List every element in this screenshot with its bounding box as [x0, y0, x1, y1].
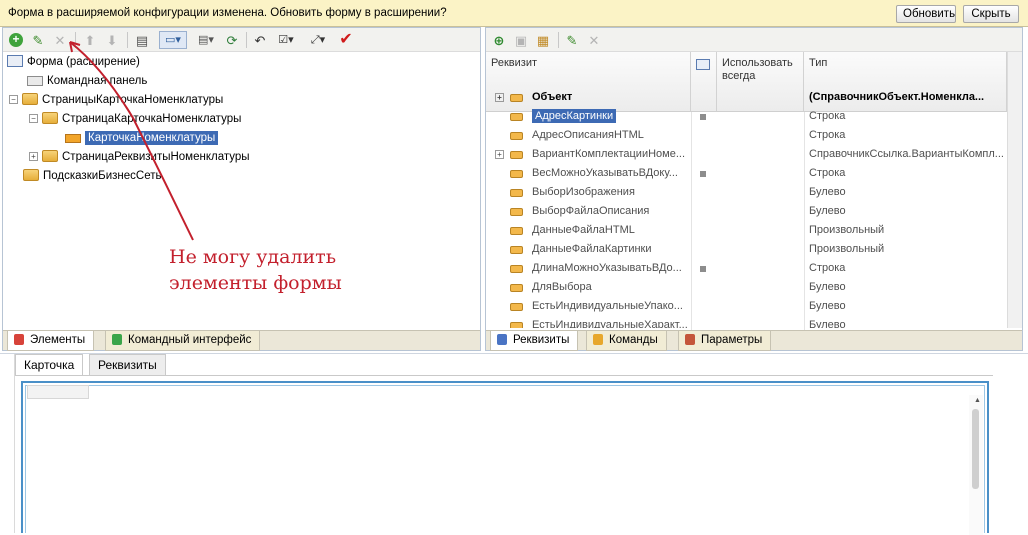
elements-tabs: Элементы Командный интерфейс — [3, 330, 480, 351]
notification-message: Форма в расширяемой конфигурации изменен… — [8, 7, 447, 19]
update-form-button[interactable]: Обновить — [896, 5, 956, 23]
requisites-tabs: Реквизиты Команды Параметры — [486, 330, 1022, 351]
commands-tab-icon — [593, 334, 603, 345]
form-designer: Карточка Реквизиты ▲ — [0, 353, 1028, 535]
table-row[interactable]: + Объект (СправочникОбъект.Номенкла... — [486, 88, 1007, 107]
table-row[interactable]: АдресКартинки Строка — [486, 107, 1007, 126]
collapse-icon[interactable]: − — [29, 114, 38, 123]
edit-icon[interactable]: ✎ — [563, 31, 581, 49]
tab-commands[interactable]: Команды — [586, 331, 667, 351]
scrollbar-thumb[interactable] — [972, 409, 979, 489]
add-icon[interactable]: + — [7, 31, 25, 49]
requisite-icon — [510, 303, 523, 311]
requisite-icon — [510, 113, 523, 121]
table-row[interactable]: ДлинаМожноУказыватьВДо... Строка — [486, 259, 1007, 278]
check-icon[interactable]: ✔ — [337, 31, 355, 49]
layout-icon[interactable]: ▤▾ — [193, 31, 219, 49]
form-icon — [7, 55, 23, 67]
checkbox-icon[interactable]: ☑▾ — [273, 31, 299, 49]
table-row[interactable]: АдресОписанияHTML Строка — [486, 126, 1007, 145]
requisites-tab-icon — [497, 334, 507, 345]
hide-notification-button[interactable]: Скрыть — [963, 5, 1019, 23]
requisite-icon — [510, 284, 523, 292]
table-row[interactable]: ДанныеФайлаКартинки Произвольный — [486, 240, 1007, 259]
elements-tab-icon — [14, 334, 24, 345]
always-use-flag[interactable] — [700, 114, 706, 120]
expand-icon[interactable]: + — [29, 152, 38, 161]
table-row[interactable]: ВыборИзображения Булево — [486, 183, 1007, 202]
requisite-icon — [510, 227, 523, 235]
undo-icon[interactable]: ↶ — [251, 31, 269, 49]
scroll-up-icon[interactable]: ▲ — [974, 397, 981, 404]
collapse-icon[interactable]: − — [9, 95, 18, 104]
add-copy-icon[interactable]: ▣ — [512, 31, 530, 49]
requisite-icon — [510, 94, 523, 102]
add-column-icon[interactable]: ▦ — [534, 31, 552, 49]
delete-icon[interactable]: ✕ — [585, 31, 603, 49]
annotation-arrow — [69, 41, 194, 241]
expand-icon[interactable]: + — [495, 150, 504, 159]
tab-requisites[interactable]: Реквизиты — [490, 331, 579, 351]
tab-elements[interactable]: Элементы — [7, 331, 95, 351]
requisite-icon — [510, 151, 523, 159]
table-row[interactable]: ДанныеФайлаHTML Произвольный — [486, 221, 1007, 240]
parameters-tab-icon — [685, 334, 695, 345]
elements-panel: + ✎ ✕ ⬆ ⬇ ▤ ▭▾ ▤▾ ⟳ ↶ ☑▾ ⤢▾ ✔ Форма (рас… — [2, 27, 481, 351]
requisites-table: + Объект (СправочникОбъект.Номенкла... Адр… — [486, 88, 1007, 328]
annotation-text: Не могу удалить элементы формы — [169, 246, 342, 294]
requisite-icon — [510, 189, 523, 197]
requisite-icon — [510, 265, 523, 273]
refresh-icon[interactable]: ⟳ — [223, 31, 241, 49]
requisite-icon — [510, 132, 523, 140]
requisites-toolbar: ⊕ ▣ ▦ ✎ ✕ — [486, 28, 1022, 52]
command-interface-tab-icon — [112, 334, 122, 345]
card-page-frame: ▲ — [21, 381, 989, 535]
table-row[interactable]: ДляВыбора Булево — [486, 278, 1007, 297]
command-bar-icon — [27, 76, 43, 86]
add-requisite-icon[interactable]: ⊕ — [490, 31, 508, 49]
tab-parameters[interactable]: Параметры — [678, 331, 772, 351]
requisite-icon — [510, 246, 523, 254]
folder-icon — [23, 169, 39, 181]
selected-requisite: АдресКартинки — [532, 109, 617, 123]
table-row[interactable]: ЕстьИндивидуальныеХаракт... Булево — [486, 316, 1007, 328]
table-row[interactable]: ВесМожноУказыватьВДоку... Строка — [486, 164, 1007, 183]
table-icon — [696, 59, 710, 70]
table-row[interactable]: + ВариантКомплектацииНоме... СправочникСсы… — [486, 145, 1007, 164]
vertical-scrollbar[interactable]: ▲ — [969, 395, 983, 535]
expand-icon[interactable]: ⤢▾ — [305, 31, 331, 49]
requisite-icon — [510, 170, 523, 178]
table-row[interactable]: ЕстьИндивидуальныеУпако... Булево — [486, 297, 1007, 316]
form-preview: Карточка Реквизиты ▲ — [14, 354, 1014, 535]
scrollbar[interactable] — [1007, 52, 1022, 328]
requisite-icon — [510, 322, 523, 328]
table-row[interactable]: ВыборФайлаОписания Булево — [486, 202, 1007, 221]
requisite-icon — [510, 208, 523, 216]
folder-icon — [22, 93, 38, 105]
tab-command-interface[interactable]: Командный интерфейс — [105, 331, 261, 351]
expand-icon[interactable]: + — [495, 93, 504, 102]
always-use-flag[interactable] — [700, 171, 706, 177]
field-placeholder[interactable] — [27, 385, 89, 399]
always-use-flag[interactable] — [700, 266, 706, 272]
requisites-panel: ⊕ ▣ ▦ ✎ ✕ Реквизит Использовать всегда Т… — [485, 27, 1023, 351]
notification-bar: Форма в расширяемой конфигурации изменен… — [0, 0, 1028, 27]
tab-card[interactable]: Карточка — [15, 354, 84, 376]
tab-requisites-page[interactable]: Реквизиты — [89, 354, 166, 376]
